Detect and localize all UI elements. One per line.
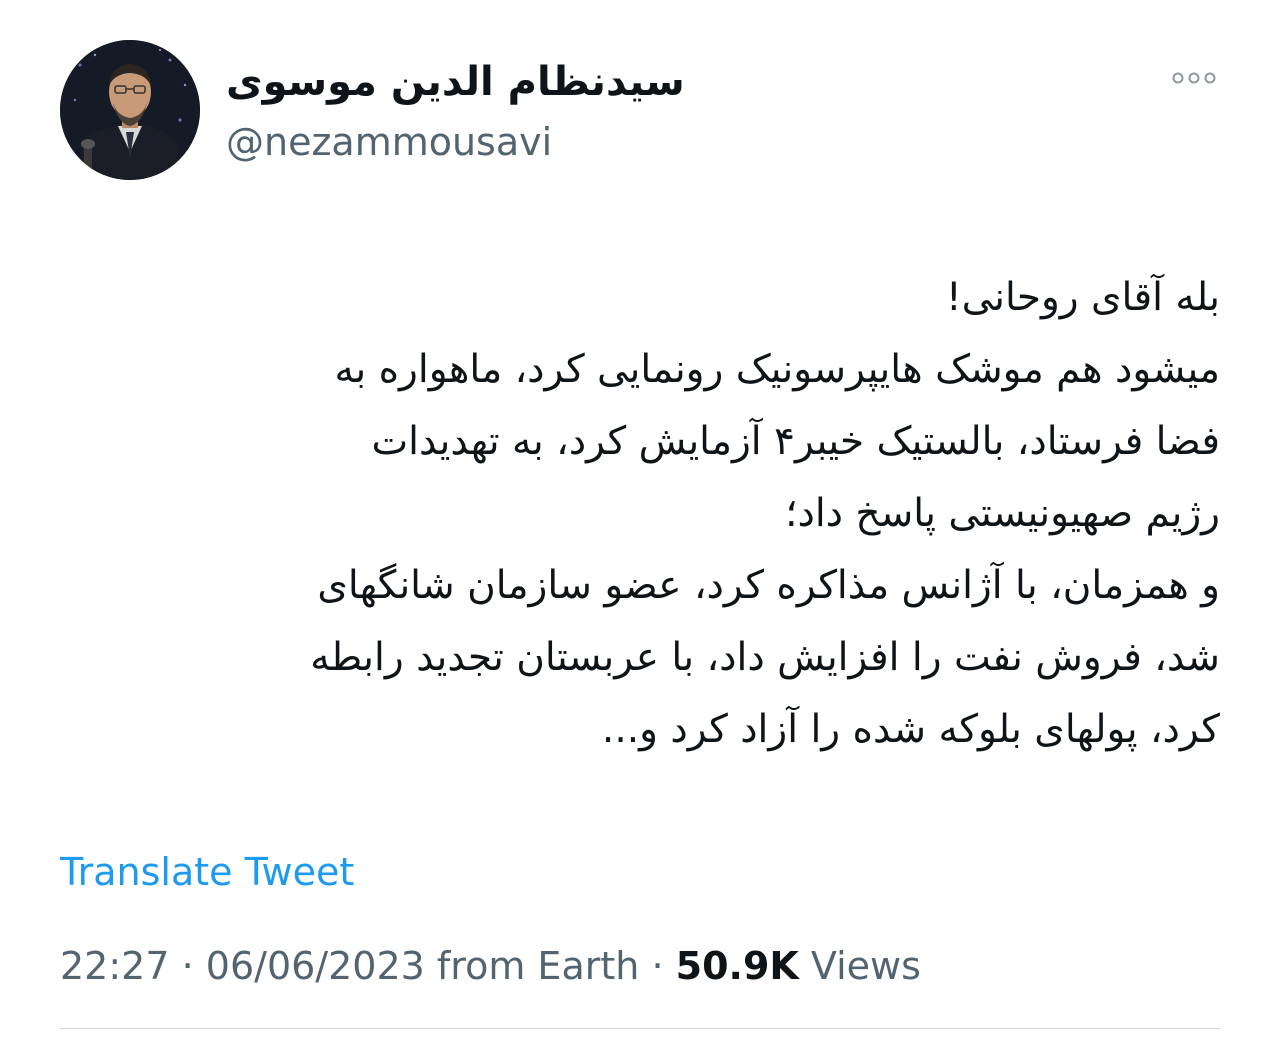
- tweet-line: کرد، پولهای بلوکه شده را آزاد کرد و...: [601, 707, 1220, 752]
- translate-tweet-link[interactable]: Translate Tweet: [60, 846, 354, 898]
- meta-separator: ·: [651, 944, 664, 988]
- more-options-button[interactable]: [1164, 58, 1224, 98]
- tweet-line: میشود هم موشک هایپرسونیک رونمایی کرد، ما…: [334, 347, 1220, 392]
- meta-separator: ·: [181, 944, 194, 988]
- tweet-line: بله آقای روحانی!: [945, 275, 1220, 320]
- user-handle[interactable]: @nezammousavi: [226, 116, 552, 168]
- tweet-date[interactable]: 06/06/2023: [206, 944, 425, 988]
- more-horizontal-icon: [1172, 72, 1216, 84]
- tweet-source: from Earth: [436, 944, 640, 988]
- avatar[interactable]: [60, 40, 200, 180]
- tweet-line: و همزمان، با آژانس مذاکره کرد، عضو سازما…: [317, 563, 1220, 608]
- profile-photo-icon: [60, 40, 200, 180]
- tweet-line: رژیم صهیونیستی پاسخ داد؛: [785, 491, 1220, 536]
- tweet-time[interactable]: 22:27: [60, 944, 170, 988]
- views-count[interactable]: 50.9K: [676, 944, 799, 988]
- divider: [60, 1028, 1220, 1029]
- tweet-text: بله آقای روحانی! میشود هم موشک هایپرسونی…: [60, 262, 1220, 766]
- views-label[interactable]: Views: [811, 944, 921, 988]
- tweet-line: فضا فرستاد، بالستیک خیبر۴ آزمایش کرد، به…: [371, 419, 1220, 464]
- display-name[interactable]: سیدنظام الدین موسوی: [226, 52, 685, 112]
- tweet-line: شد، فروش نفت را افزایش داد، با عربستان ت…: [310, 635, 1220, 680]
- tweet-meta: 22:27 · 06/06/2023 from Earth · 50.9K Vi…: [60, 940, 921, 992]
